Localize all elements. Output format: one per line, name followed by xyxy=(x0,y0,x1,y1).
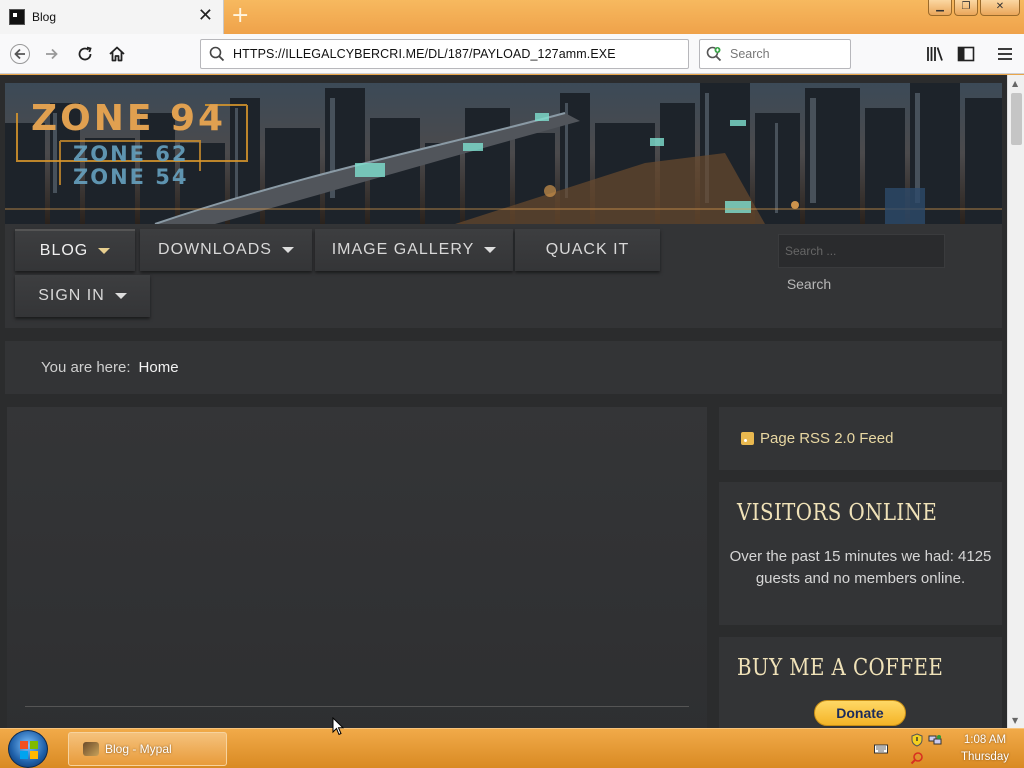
search-icon xyxy=(209,46,225,62)
logo-sub-1: ZONE 62 xyxy=(73,142,189,166)
home-icon xyxy=(109,46,125,62)
minimize-button[interactable]: ▁ xyxy=(928,0,952,16)
keyboard-icon[interactable] xyxy=(874,742,888,756)
clock-day: Thursday xyxy=(961,751,1009,763)
forward-button[interactable] xyxy=(39,42,65,66)
sidebar-icon xyxy=(957,46,975,62)
menu-item-downloads[interactable]: DOWNLOADS xyxy=(140,229,312,271)
system-clock[interactable]: 1:08 AM Thursday xyxy=(952,732,1018,766)
browser-search-box[interactable]: Search xyxy=(699,39,851,69)
windows-taskbar: Blog - Mypal 1:08 AM Thursday xyxy=(0,728,1024,768)
site-navigation: BLOG DOWNLOADS IMAGE GALLERY QUACK IT SI… xyxy=(5,224,1002,328)
mypal-browser-icon xyxy=(83,742,99,756)
site-search-input[interactable]: Search ... xyxy=(778,234,945,268)
main-content-panel xyxy=(7,407,707,728)
visitors-title: VISITORS ONLINE xyxy=(737,500,938,526)
close-window-button[interactable]: ✕ xyxy=(980,0,1020,16)
menu-item-blog[interactable]: BLOG xyxy=(15,229,135,271)
browser-tab-blog[interactable]: Blog ✕ xyxy=(0,0,224,34)
menu-label-downloads: DOWNLOADS xyxy=(158,241,272,258)
security-shield-icon[interactable] xyxy=(910,733,924,747)
forward-arrow-icon xyxy=(46,48,58,60)
visitors-text: Over the past 15 minutes we had: 4125 gu… xyxy=(729,548,992,587)
coffee-title: BUY ME A COFFEE xyxy=(737,655,944,681)
window-controls: ▁ ❐ ✕ xyxy=(928,0,1020,16)
page-viewport: ZONE 94 ZONE 62 ZONE 54 BLOG DOWNLOADS I… xyxy=(0,75,1007,728)
menu-label-image-gallery: IMAGE GALLERY xyxy=(331,241,475,258)
reload-button[interactable] xyxy=(72,42,98,66)
breadcrumb: You are here: Home xyxy=(5,341,1002,394)
restore-button[interactable]: ❐ xyxy=(954,0,978,16)
taskbar-item-browser[interactable]: Blog - Mypal xyxy=(68,732,227,766)
search-engine-icon xyxy=(706,46,722,62)
city-skyline-image: ZONE 94 ZONE 62 ZONE 54 xyxy=(5,83,1002,224)
sidebar-toggle-button[interactable] xyxy=(953,42,979,66)
visitors-online-widget: VISITORS ONLINE Over the past 15 minutes… xyxy=(719,482,1002,625)
system-tray: 1:08 AM Thursday xyxy=(870,729,1020,768)
back-button[interactable] xyxy=(7,42,33,66)
rss-icon xyxy=(741,432,754,445)
address-bar[interactable]: HTTPS://ILLEGALCYBERCRI.ME/DL/187/PAYLOA… xyxy=(200,39,689,69)
network-icon[interactable] xyxy=(928,733,942,747)
search-tray-icon[interactable] xyxy=(910,751,924,765)
reload-icon xyxy=(78,46,92,61)
scroll-up-arrow-icon[interactable]: ▲ xyxy=(1012,79,1018,88)
main-menu-button[interactable] xyxy=(992,42,1018,66)
menu-label-quack-it: QUACK IT xyxy=(545,241,630,258)
menu-item-quack-it[interactable]: QUACK IT xyxy=(515,229,660,271)
close-tab-icon[interactable]: ✕ xyxy=(198,6,213,26)
site-favicon-icon xyxy=(9,9,25,25)
browser-titlebar: Blog ✕ + ▁ ❐ ✕ xyxy=(0,0,1024,34)
rss-label: Page RSS 2.0 Feed xyxy=(760,430,894,447)
site-header-banner: ZONE 94 ZONE 62 ZONE 54 xyxy=(5,83,1002,224)
menu-item-image-gallery[interactable]: IMAGE GALLERY xyxy=(315,229,513,271)
browser-toolbar: HTTPS://ILLEGALCYBERCRI.ME/DL/187/PAYLOA… xyxy=(0,34,1024,74)
scrollbar-thumb[interactable] xyxy=(1011,93,1022,145)
library-icon xyxy=(927,47,943,61)
windows-logo-icon xyxy=(20,741,38,759)
dropdown-caret-icon xyxy=(98,248,111,254)
menu-item-sign-in[interactable]: SIGN IN xyxy=(15,275,150,317)
back-arrow-icon xyxy=(10,44,30,64)
taskbar-item-label: Blog - Mypal xyxy=(105,742,172,756)
dropdown-caret-icon xyxy=(281,247,294,253)
hamburger-menu-icon xyxy=(998,48,1012,60)
dropdown-caret-icon xyxy=(484,247,497,253)
buy-me-a-coffee-widget: BUY ME A COFFEE Donate xyxy=(719,637,1002,728)
scroll-down-arrow-icon[interactable]: ▼ xyxy=(1012,716,1018,725)
dropdown-caret-icon xyxy=(114,293,127,299)
clock-time: 1:08 AM xyxy=(963,734,1007,746)
home-button[interactable] xyxy=(104,42,130,66)
logo-text: ZONE 94 xyxy=(31,98,226,139)
logo-sub-2: ZONE 54 xyxy=(73,165,189,189)
rss-feed-link[interactable]: Page RSS 2.0 Feed xyxy=(719,407,1002,470)
menu-label-blog: BLOG xyxy=(39,242,89,259)
breadcrumb-home-link[interactable]: Home xyxy=(139,359,179,376)
browser-search-placeholder: Search xyxy=(730,47,770,61)
page-scrollbar[interactable]: ▲ ▼ xyxy=(1007,75,1024,728)
content-divider xyxy=(25,706,689,707)
site-search-button[interactable]: Search xyxy=(778,270,840,298)
library-button[interactable] xyxy=(922,42,948,66)
breadcrumb-prefix: You are here: xyxy=(41,359,131,376)
url-text: HTTPS://ILLEGALCYBERCRI.ME/DL/187/PAYLOA… xyxy=(233,47,616,61)
tab-title: Blog xyxy=(32,10,57,24)
start-button[interactable] xyxy=(8,730,48,768)
menu-label-sign-in: SIGN IN xyxy=(38,287,105,304)
donate-button[interactable]: Donate xyxy=(814,700,906,726)
new-tab-button[interactable]: + xyxy=(231,4,249,28)
